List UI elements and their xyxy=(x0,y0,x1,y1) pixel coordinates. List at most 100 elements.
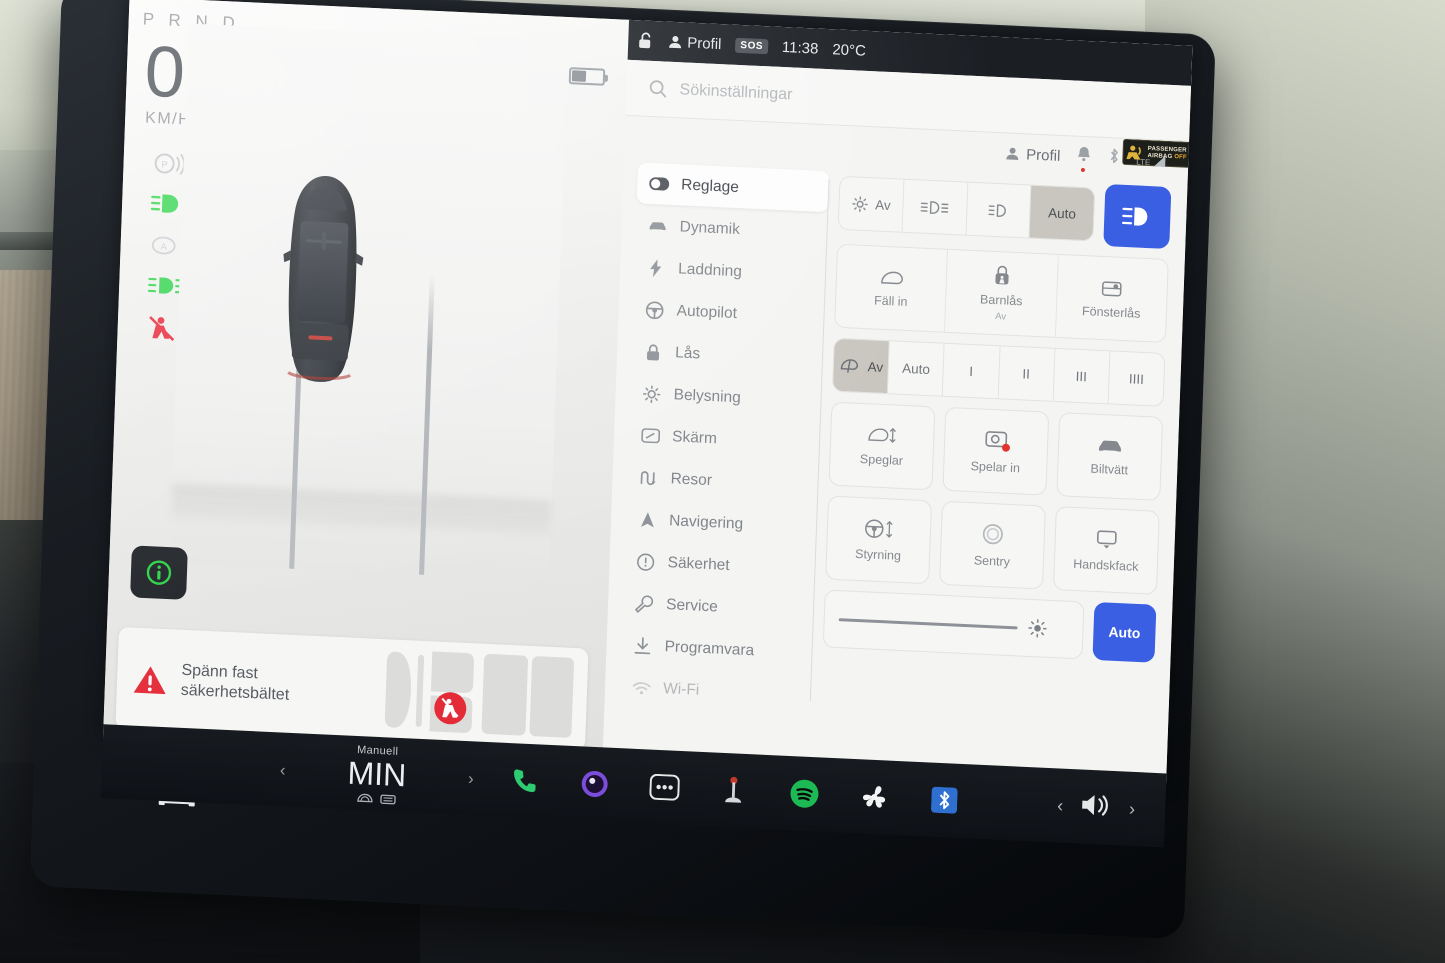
info-icon xyxy=(146,560,172,585)
volume-down-button[interactable]: ‹ xyxy=(1057,795,1064,816)
more-dots-icon[interactable] xyxy=(647,769,682,805)
battery-icon xyxy=(568,66,606,86)
wiper-speed-3-segment[interactable]: III xyxy=(1053,348,1111,404)
joystick-icon[interactable] xyxy=(717,773,752,809)
seat-occupancy-diagram xyxy=(377,643,580,744)
lte-label: LTE xyxy=(1136,156,1151,167)
child-lock-icon xyxy=(995,265,1009,285)
center-touchscreen: P R N D 0 KM/H 44 % P A xyxy=(28,0,1220,963)
wiper-speed-2-label: II xyxy=(1022,365,1031,382)
low-beam-segment[interactable] xyxy=(966,182,1032,238)
mirror-fold-tile[interactable]: Fäll in xyxy=(835,244,949,332)
glovebox-label: Handskfack xyxy=(1072,556,1139,574)
mirrors-tile[interactable]: Speglar xyxy=(828,401,936,491)
climate-control[interactable]: ‹ Manuell MIN › xyxy=(280,741,474,807)
mirrors-label: Speglar xyxy=(859,451,904,468)
camera-icon[interactable] xyxy=(577,766,612,802)
car-wash-icon xyxy=(1098,440,1121,452)
mirror-fold-icon xyxy=(880,271,903,284)
defrost-rear-icon[interactable] xyxy=(379,793,396,805)
low-beam-icon xyxy=(988,203,1006,217)
high-beam-button[interactable] xyxy=(1103,184,1172,250)
sidebar-label-las: Lås xyxy=(674,343,701,362)
wiper-speed-4-label: IIII xyxy=(1128,370,1145,387)
window-lock-tile[interactable]: Fönsterlås xyxy=(1055,254,1168,342)
sidebar-label-autopilot: Autopilot xyxy=(676,301,738,322)
bluetooth-icon[interactable] xyxy=(1107,147,1121,170)
climate-decrease-button[interactable]: ‹ xyxy=(280,760,286,780)
lights-segment-group: Av Auto xyxy=(837,175,1096,242)
taskbar-app-icons xyxy=(507,763,962,818)
child-lock-tile[interactable]: Barnlås Av xyxy=(945,249,1059,337)
defrost-icons xyxy=(356,792,396,805)
statusbar-profile[interactable]: Profil xyxy=(668,33,722,53)
person-icon xyxy=(1006,147,1019,160)
wiper-segment-group: Av Auto I II III IIII xyxy=(831,337,1166,407)
warning-triangle-icon xyxy=(133,665,166,694)
window-lock-label: Fönsterlås xyxy=(1081,303,1141,321)
brightness-slider-track[interactable] xyxy=(838,617,1019,629)
parking-lights-segment[interactable] xyxy=(902,179,968,235)
sidebar-label-navigering: Navigering xyxy=(668,511,744,533)
glovebox-icon xyxy=(1096,530,1117,549)
person-icon xyxy=(669,35,682,49)
sidebar-label-laddning: Laddning xyxy=(677,259,743,280)
phone-icon[interactable] xyxy=(507,763,542,799)
bluetooth-icon[interactable] xyxy=(927,782,962,818)
child-lock-state: Av xyxy=(994,311,1007,323)
wiper-speed-4-segment[interactable]: IIII xyxy=(1108,351,1165,406)
child-lock-label: Barnlås xyxy=(979,292,1023,309)
display-icon xyxy=(640,425,661,446)
defrost-front-icon[interactable] xyxy=(356,792,373,804)
lights-off-segment[interactable]: Av xyxy=(838,176,905,232)
speaker-icon[interactable] xyxy=(1079,790,1114,825)
sidebar-label-skarm: Skärm xyxy=(671,427,718,447)
volume-up-button[interactable]: › xyxy=(1129,798,1136,819)
unlock-icon[interactable] xyxy=(638,31,655,50)
carwash-tile[interactable]: Biltvätt xyxy=(1056,412,1164,501)
parking-lights-icon xyxy=(920,200,949,214)
mirror-fold-label: Fäll in xyxy=(873,292,908,309)
brightness-auto-button[interactable]: Auto xyxy=(1092,601,1157,663)
high-beam-icon xyxy=(1121,207,1148,226)
climate-increase-button[interactable]: › xyxy=(468,769,474,789)
trip-icon xyxy=(638,467,659,488)
wifi-icon xyxy=(631,677,652,698)
search-input[interactable] xyxy=(679,80,1000,114)
photo-scene: P R N D 0 KM/H 44 % P A xyxy=(0,0,1445,963)
screen-surface: P R N D 0 KM/H 44 % P A xyxy=(103,0,1193,788)
vehicle-feature-grid: Speglar Spelar in Biltvätt Styrning Sent… xyxy=(825,401,1164,595)
info-button[interactable] xyxy=(130,545,188,600)
navigation-arrow-icon xyxy=(637,509,658,530)
wiper-off-segment[interactable]: Av xyxy=(832,338,890,394)
bell-icon[interactable] xyxy=(1076,146,1092,173)
wiper-speed-1-segment[interactable]: I xyxy=(943,343,1001,399)
steering-tile[interactable]: Styrning xyxy=(825,495,933,585)
sos-button[interactable]: SOS xyxy=(735,37,769,54)
lane-line-right xyxy=(419,274,435,575)
toggle-icon xyxy=(649,173,670,194)
dashcam-tile[interactable]: Spelar in xyxy=(942,406,1050,496)
steering-label: Styrning xyxy=(854,546,902,563)
fan-icon[interactable] xyxy=(857,779,892,815)
climate-temp-value: MIN xyxy=(346,754,407,793)
svg-text:P: P xyxy=(161,159,167,169)
wiper-speed-1-label: I xyxy=(968,363,974,379)
wrench-icon xyxy=(634,593,655,614)
brightness-slider[interactable] xyxy=(822,589,1085,660)
download-icon xyxy=(632,635,653,656)
lights-auto-segment[interactable]: Auto xyxy=(1029,185,1095,241)
panel-profile-button[interactable]: Profil xyxy=(1005,145,1061,164)
sidebar-label-dynamik: Dynamik xyxy=(679,217,741,238)
speed-readout: 0 xyxy=(143,31,187,114)
spotify-icon[interactable] xyxy=(787,776,822,812)
sidebar-item-wifi[interactable]: Wi-Fi xyxy=(618,666,811,716)
glovebox-tile[interactable]: Handskfack xyxy=(1052,506,1160,595)
window-lock-icon xyxy=(1102,280,1122,296)
wiper-speed-2-segment[interactable]: II xyxy=(998,346,1056,401)
volume-control[interactable]: ‹ › xyxy=(1057,789,1136,826)
wiper-auto-segment[interactable]: Auto xyxy=(888,341,946,396)
sentry-tile[interactable]: Sentry xyxy=(939,500,1046,590)
lte-signal-icon[interactable]: LTE xyxy=(1136,153,1167,167)
settings-content: Reglage Dynamik Laddning Autopilot Lås B… xyxy=(602,156,1187,788)
